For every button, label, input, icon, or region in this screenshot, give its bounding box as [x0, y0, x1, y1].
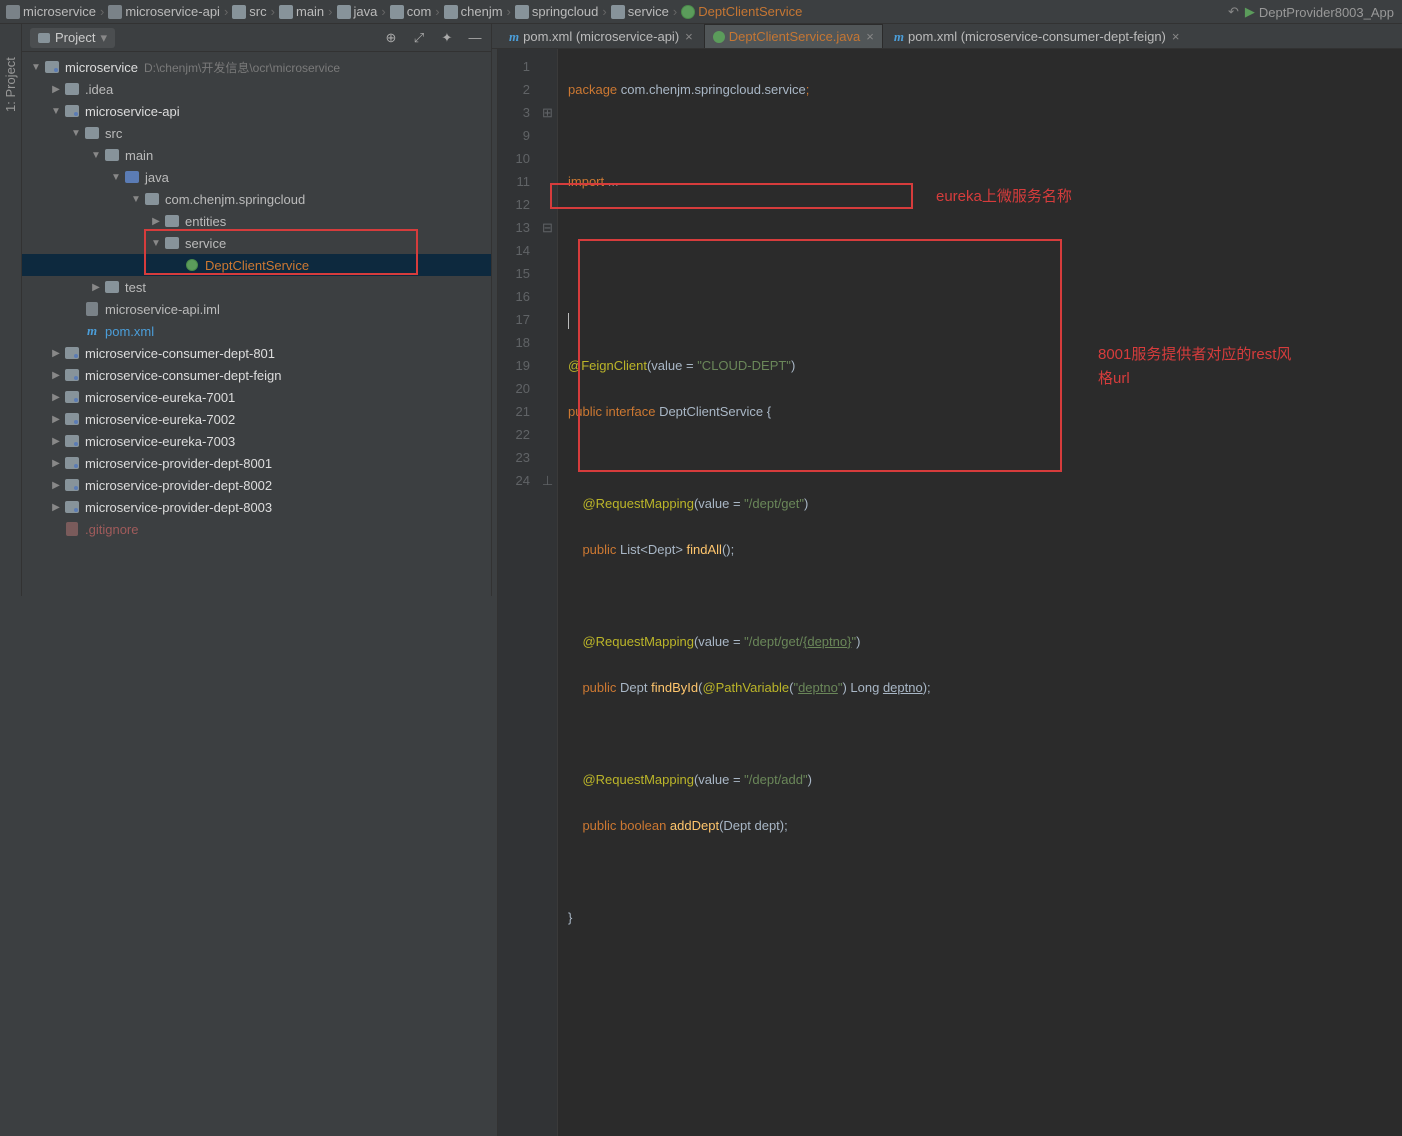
project-header: Project ▾ ⊕ ⤢ ✦ — — [22, 24, 491, 52]
close-icon[interactable]: × — [866, 29, 874, 44]
tree-mod[interactable]: ▶microservice-provider-dept-8001 — [22, 452, 491, 474]
crumb[interactable]: microservice-api — [108, 4, 220, 19]
expand-icon[interactable]: ⤢ — [411, 30, 427, 46]
play-icon: ▶ — [1245, 4, 1255, 20]
tree-mod[interactable]: ▶microservice-provider-dept-8003 — [22, 496, 491, 518]
back-icon[interactable]: ↶ — [1228, 4, 1239, 20]
editor-tabs: mpom.xml (microservice-api)× DeptClientS… — [492, 24, 1402, 49]
tree-pkg[interactable]: ▼com.chenjm.springcloud — [22, 188, 491, 210]
tree-java[interactable]: ▼java — [22, 166, 491, 188]
tab-pom-api[interactable]: mpom.xml (microservice-api)× — [500, 24, 702, 48]
locate-icon[interactable]: ⊕ — [383, 30, 399, 46]
crumb[interactable]: main — [279, 4, 324, 19]
tab-dcs[interactable]: DeptClientService.java× — [704, 24, 883, 48]
tree-mod[interactable]: ▶microservice-consumer-dept-801 — [22, 342, 491, 364]
project-pane: Project ▾ ⊕ ⤢ ✦ — ▼microserviceD:\chenjm… — [22, 24, 492, 596]
tree-service[interactable]: ▼service — [22, 232, 491, 254]
tree-iml[interactable]: microservice-api.iml — [22, 298, 491, 320]
breadcrumb: microservice› microservice-api› src› mai… — [0, 0, 1402, 24]
tab-pom-feign[interactable]: mpom.xml (microservice-consumer-dept-fei… — [885, 24, 1189, 48]
hide-icon[interactable]: — — [467, 30, 483, 46]
gear-icon[interactable]: ✦ — [439, 30, 455, 46]
tree-test[interactable]: ▶test — [22, 276, 491, 298]
crumb[interactable]: src — [232, 4, 266, 19]
crumb[interactable]: springcloud — [515, 4, 599, 19]
crumb[interactable]: service — [611, 4, 669, 19]
tree-mod[interactable]: ▶microservice-consumer-dept-feign — [22, 364, 491, 386]
project-view-select[interactable]: Project ▾ — [30, 28, 115, 48]
tree-idea[interactable]: ▶.idea — [22, 78, 491, 100]
chevron-icon: › — [100, 4, 104, 19]
close-icon[interactable]: × — [1172, 29, 1180, 44]
run-config-area: ↶ ▶DeptProvider8003_App — [1228, 0, 1394, 24]
fold-gutter[interactable]: ⊞ ⊟ ⊥ — [538, 49, 558, 1136]
close-icon[interactable]: × — [685, 29, 693, 44]
line-gutter[interactable]: 1239101112131415161718192021222324 — [498, 49, 538, 1136]
project-tool-button[interactable]: 1: Project — [3, 91, 18, 112]
tree-mod[interactable]: ▶microservice-eureka-7002 — [22, 408, 491, 430]
crumb[interactable]: java — [337, 4, 378, 19]
run-config-select[interactable]: ▶DeptProvider8003_App — [1245, 4, 1394, 20]
tree-mod[interactable]: ▶microservice-eureka-7003 — [22, 430, 491, 452]
tree-src[interactable]: ▼src — [22, 122, 491, 144]
crumb[interactable]: chenjm — [444, 4, 503, 19]
editor: mpom.xml (microservice-api)× DeptClientS… — [492, 24, 1402, 596]
tree-dcs[interactable]: DeptClientService — [22, 254, 491, 276]
tree-api[interactable]: ▼microservice-api — [22, 100, 491, 122]
tree-pom[interactable]: mpom.xml — [22, 320, 491, 342]
left-gutter: 1: Project — [0, 24, 22, 596]
crumb[interactable]: com — [390, 4, 432, 19]
tree-main[interactable]: ▼main — [22, 144, 491, 166]
crumb-root[interactable]: microservice — [6, 4, 96, 19]
code-area[interactable]: package com.chenjm.springcloud.service; … — [558, 49, 1402, 1136]
project-tree[interactable]: ▼microserviceD:\chenjm\开发信息\ocr\microser… — [22, 52, 491, 596]
tree-mod[interactable]: ▶microservice-provider-dept-8002 — [22, 474, 491, 496]
tree-mod[interactable]: ▶microservice-eureka-7001 — [22, 386, 491, 408]
tree-gitignore[interactable]: .gitignore — [22, 518, 491, 540]
tree-root[interactable]: ▼microserviceD:\chenjm\开发信息\ocr\microser… — [22, 56, 491, 78]
crumb-current[interactable]: DeptClientService — [681, 4, 802, 19]
tree-entities[interactable]: ▶entities — [22, 210, 491, 232]
